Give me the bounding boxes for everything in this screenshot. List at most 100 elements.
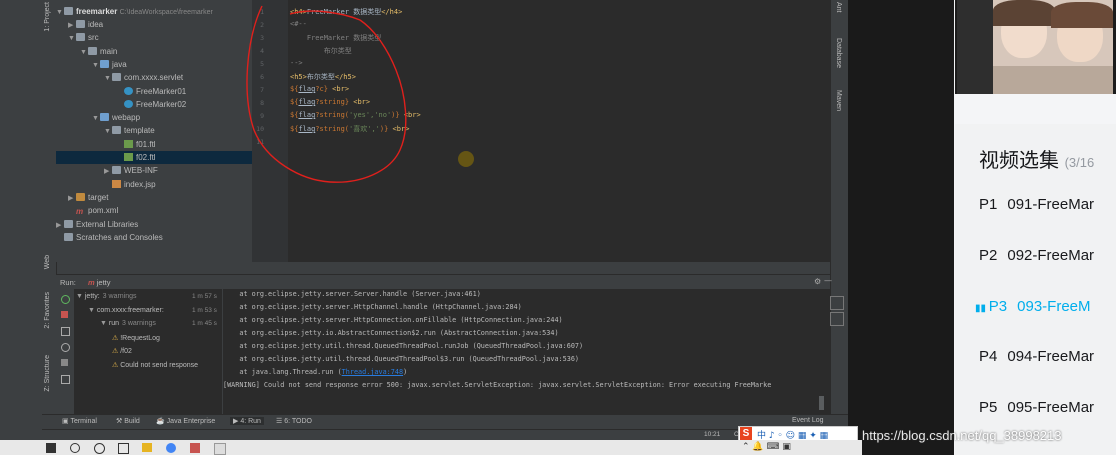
episode-number: P3 — [988, 297, 1008, 315]
maven-icon: m — [76, 207, 84, 217]
favorites-tool-tab[interactable]: 2: Favorites — [44, 292, 51, 329]
build-tree-item[interactable]: ⚠ !RequestLog — [112, 334, 160, 342]
gear-icon[interactable]: ⚙ — [814, 277, 821, 286]
todo-tab[interactable]: ☰ 6: TODO — [276, 417, 312, 425]
console-line: at org.eclipse.jetty.util.thread.QueuedT… — [223, 355, 580, 363]
intellij-icon[interactable] — [190, 443, 200, 453]
minimize-icon[interactable]: — — [824, 276, 832, 285]
build-tree-item[interactable]: ▼ run 3 warnings — [100, 320, 156, 327]
console-line-thread: at java.lang.Thread.run (Thread.java:748… — [223, 368, 408, 376]
maven-tool-tab[interactable]: Maven — [835, 90, 842, 111]
project-tree-item-label: f01.ftl — [136, 139, 156, 149]
task-view-icon[interactable] — [118, 443, 129, 454]
episode-number: P2 — [979, 246, 998, 264]
jsp-file-icon — [112, 179, 121, 188]
build-tree-time: 1 m 45 s — [192, 320, 217, 327]
episode-title: 091-FreeMar — [1007, 196, 1095, 213]
ant-tool-tab[interactable]: Ant — [835, 2, 842, 13]
project-root[interactable]: ▼ freemarker C:\IdeaWorkspace\freemarker — [56, 5, 252, 18]
episode-number: P5 — [979, 399, 998, 417]
chrome-icon[interactable] — [166, 443, 176, 453]
video-thumbnail[interactable] — [955, 0, 1116, 94]
chevron-right-icon[interactable]: ▶ — [56, 219, 64, 231]
console-scrollbar[interactable] — [819, 396, 824, 410]
episode-item[interactable]: P4 094-FreeMar — [979, 348, 1094, 365]
build-tree-time: 1 m 57 s — [192, 293, 217, 300]
chevron-down-icon[interactable]: ▼ — [104, 125, 112, 137]
cortana-icon[interactable] — [94, 443, 105, 454]
app-icon[interactable] — [214, 443, 226, 455]
csdn-watermark: https://blog.csdn.net/qq_38998213 — [862, 428, 1062, 443]
build-tab[interactable]: ⚒ Build — [116, 417, 140, 425]
episode-item[interactable]: P2 092-FreeMar — [979, 247, 1094, 264]
chevron-down-icon[interactable]: ▼ — [68, 32, 76, 44]
folder-icon — [100, 113, 109, 122]
project-tree: ▼ freemarker C:\IdeaWorkspace\freemarker … — [56, 0, 312, 262]
build-tree-item[interactable]: ⚠ Could not send response — [112, 361, 198, 369]
code-editor[interactable]: <h4>FreeMarker 数据类型</h4> <#-- FreeMarker… — [246, 0, 830, 262]
scroll-to-end-icon[interactable] — [830, 312, 844, 326]
event-log-tab[interactable]: Event Log — [792, 417, 824, 424]
stop-icon[interactable] — [61, 311, 68, 318]
build-tree-label: /f02 — [120, 348, 132, 355]
console-output[interactable]: at org.eclipse.jetty.server.Server.handl… — [223, 289, 830, 414]
build-tree-label: run — [108, 320, 119, 327]
build-tree-warnings: 3 warnings — [102, 293, 137, 300]
project-tree-item[interactable]: Scratches and Consoles — [56, 231, 252, 244]
web-tool-tab[interactable]: Web — [44, 255, 51, 269]
project-tree-item[interactable]: ▶ External Libraries — [56, 218, 252, 231]
terminal-tab[interactable]: ▣ Terminal — [62, 417, 97, 425]
file-explorer-icon[interactable] — [142, 443, 152, 452]
project-tree-item-label: f02.ftl — [136, 153, 156, 162]
chevron-right-icon[interactable]: ▶ — [68, 19, 76, 31]
rerun-icon[interactable] — [61, 295, 70, 304]
chevron-down-icon: ▼ — [56, 9, 63, 16]
chevron-down-icon[interactable]: ▼ — [104, 72, 112, 84]
console-line: at org.eclipse.jetty.io.AbstractConnecti… — [223, 329, 559, 337]
tray-icons[interactable]: ⌃ 🔔 ⌨ ▣ — [742, 442, 791, 452]
chevron-down-icon: ▼ — [88, 306, 97, 314]
chevron-down-icon[interactable]: ▼ — [92, 112, 100, 124]
run-tab[interactable]: ▶ 4: Run — [230, 417, 264, 425]
java-enterprise-tab[interactable]: ☕ Java Enterprise — [156, 417, 215, 425]
run-config-tab[interactable]: m jetty — [88, 278, 111, 287]
project-tree-item[interactable]: ▶ idea — [56, 18, 264, 31]
settings-icon[interactable] — [61, 375, 70, 384]
folder-icon — [112, 73, 121, 82]
episode-item[interactable]: ▮▮ P3 093-FreeM — [975, 298, 1091, 315]
episode-item[interactable]: P5 095-FreeMar — [979, 399, 1094, 416]
chevron-down-icon[interactable]: ▼ — [80, 46, 88, 58]
view-icon[interactable] — [61, 343, 70, 352]
project-tree-item[interactable]: m pom.xml — [56, 204, 264, 217]
search-icon[interactable] — [70, 443, 80, 453]
build-tree-item[interactable]: ▼ com.xxxx:freemarker: — [88, 307, 164, 314]
build-tree-item[interactable]: ▼ jetty: 3 warnings — [76, 293, 137, 300]
stack-link[interactable]: Thread.java:748 — [342, 368, 403, 376]
warning-icon: ⚠ — [112, 334, 121, 342]
project-tree-item-label: src — [88, 33, 99, 43]
project-tree-item-label: com.xxxx.servlet — [124, 73, 184, 83]
project-root-name: freemarker — [76, 7, 118, 16]
folder-icon — [64, 232, 73, 241]
bottom-tool-tabs: ▣ Terminal ⚒ Build ☕ Java Enterprise ▶ 4… — [42, 414, 848, 430]
build-tree-item[interactable]: ⚠ /f02 — [112, 347, 132, 355]
episode-item[interactable]: P1 091-FreeMar — [979, 196, 1094, 213]
database-tool-tab[interactable]: Database — [835, 38, 842, 68]
project-tree-item-label: index.jsp — [124, 179, 156, 189]
chevron-down-icon[interactable]: ▼ — [92, 59, 100, 71]
soft-wrap-icon[interactable] — [830, 296, 844, 310]
red-annotation-circle — [246, 5, 407, 183]
project-tool-tab[interactable]: 1: Project — [44, 2, 51, 32]
windows-start-icon[interactable] — [46, 443, 56, 453]
project-tree-item[interactable]: ▼ src — [56, 31, 264, 44]
presenter-hair-1 — [993, 0, 1055, 26]
structure-tool-tab[interactable]: Z: Structure — [44, 355, 51, 392]
folder-icon — [100, 59, 109, 68]
cursor-position[interactable]: 10:21 — [704, 431, 720, 438]
ftl-file-icon — [124, 153, 133, 161]
pin-icon[interactable] — [61, 327, 70, 336]
project-tree-item[interactable]: ▶ target — [56, 191, 264, 204]
chevron-right-icon[interactable]: ▶ — [104, 165, 112, 177]
camera-icon[interactable] — [61, 359, 68, 366]
chevron-right-icon[interactable]: ▶ — [68, 192, 76, 204]
